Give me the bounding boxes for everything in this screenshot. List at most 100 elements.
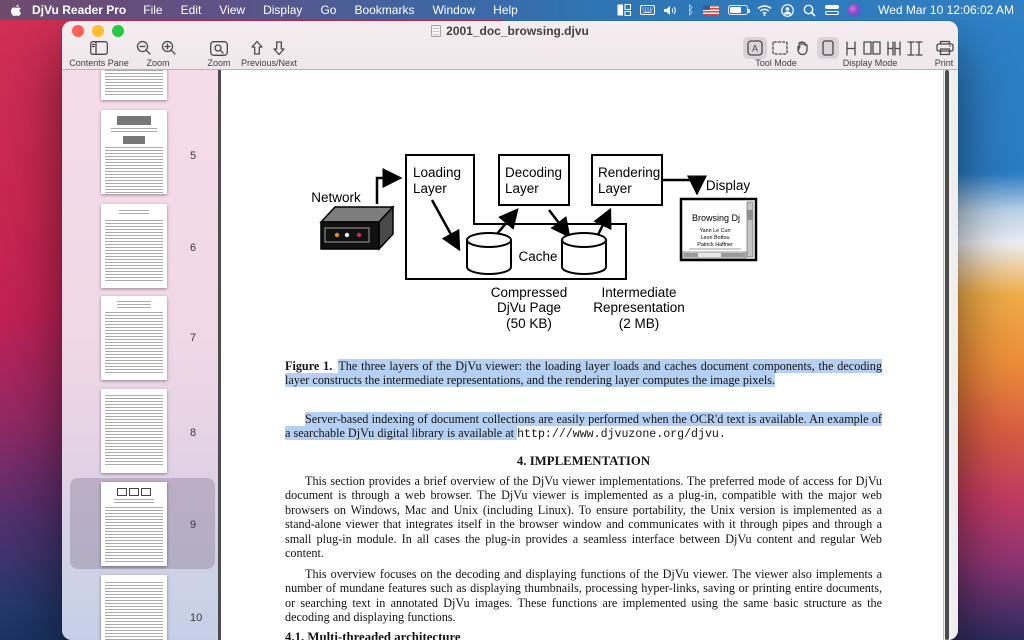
zoom-out-button[interactable] <box>134 37 154 59</box>
window-tiling-icon[interactable] <box>617 3 631 17</box>
menu-view[interactable]: View <box>210 3 254 17</box>
thumbnail-page-9-selected[interactable] <box>101 482 167 566</box>
account-icon[interactable] <box>781 3 794 17</box>
svg-text:A: A <box>752 44 758 54</box>
display-mode-label: Display Mode <box>843 58 898 68</box>
page-number-10: 10 <box>190 612 214 624</box>
svg-text:Display: Display <box>706 178 751 193</box>
svg-text:Network: Network <box>311 190 361 205</box>
menu-go[interactable]: Go <box>311 3 345 17</box>
bluetooth-icon[interactable]: ᛒ <box>687 3 694 17</box>
svg-text:Browsing Dj: Browsing Dj <box>692 213 740 223</box>
thumbnail-page-6[interactable] <box>101 204 167 288</box>
page-number-5: 5 <box>190 150 214 162</box>
vertical-scrollbar-thumb[interactable] <box>945 70 949 640</box>
network-device-icon <box>321 207 393 249</box>
menu-display[interactable]: Display <box>254 3 311 17</box>
body-paragraph-1[interactable]: This section provides a brief overview o… <box>285 474 882 560</box>
siri-icon[interactable] <box>848 4 861 17</box>
tool-mode-label: Tool Mode <box>755 58 797 68</box>
figure-1-diagram: Network <box>291 144 773 336</box>
input-source-flag-icon[interactable] <box>703 5 719 15</box>
hand-tool-button[interactable] <box>791 37 813 59</box>
menu-clock[interactable]: Wed Mar 10 12:06:02 AM <box>878 3 1014 17</box>
thumbnail-page-10[interactable] <box>101 575 167 640</box>
figure-caption-label: Figure 1. <box>285 359 332 373</box>
continuous-mode-button[interactable] <box>842 37 860 59</box>
selected-paragraph[interactable]: Server-based indexing of document collec… <box>285 412 882 443</box>
menu-window[interactable]: Window <box>423 3 484 17</box>
menu-app-name[interactable]: DjVu Reader Pro <box>32 3 126 17</box>
menu-edit[interactable]: Edit <box>172 3 211 17</box>
page-number-8: 8 <box>190 427 214 439</box>
side-by-side-mode-button[interactable] <box>905 37 925 59</box>
svg-text:Representation: Representation <box>593 300 685 315</box>
svg-text:(50 KB): (50 KB) <box>506 316 552 331</box>
svg-text:Layer: Layer <box>413 181 447 196</box>
control-center-icon[interactable] <box>825 3 839 17</box>
zoom-in-button[interactable] <box>159 37 179 59</box>
thumbnail-page-5[interactable] <box>101 110 167 194</box>
subsection-heading-partial[interactable]: 4.1. Multi-threaded architecture <box>285 630 461 640</box>
djvuzone-url[interactable]: http:///www.djvuzone.org/djvu. <box>517 428 726 441</box>
print-button[interactable] <box>934 37 956 59</box>
svg-text:Cache: Cache <box>518 249 557 264</box>
print-label: Print <box>935 58 954 68</box>
figure-caption[interactable]: Figure 1.The three layers of the DjVu vi… <box>285 359 882 388</box>
svg-text:Loading: Loading <box>413 165 461 180</box>
browser-window-mockup: Browsing Dj Yann Le Cun Leon Bottou Patr… <box>681 199 756 260</box>
cache-cylinder-1 <box>467 233 511 274</box>
page-number-6: 6 <box>190 242 214 254</box>
window-title: 2001_doc_browsing.djvu <box>446 24 589 38</box>
contents-pane-button[interactable] <box>88 37 110 59</box>
menu-bar: DjVu Reader Pro File Edit View Display G… <box>0 0 1024 20</box>
menu-help[interactable]: Help <box>484 3 527 17</box>
facing-pages-mode-button[interactable] <box>861 37 883 59</box>
figure-caption-highlighted-text: The three layers of the DjVu viewer: the… <box>285 359 882 387</box>
svg-text:Layer: Layer <box>505 181 539 196</box>
thumbnails-sidebar: 5 6 7 8 <box>62 70 218 640</box>
app-window: 2001_doc_browsing.djvu Contents Pane Zoo… <box>62 21 958 640</box>
wifi-icon[interactable] <box>757 3 772 17</box>
menu-file[interactable]: File <box>134 3 171 17</box>
thumbnail-page-8[interactable] <box>101 389 167 473</box>
keyboard-icon[interactable] <box>640 3 655 17</box>
svg-text:Compressed: Compressed <box>491 285 568 300</box>
volume-icon[interactable] <box>664 3 678 17</box>
svg-text:DjVu Page: DjVu Page <box>497 300 561 315</box>
svg-text:Patrick Haffner: Patrick Haffner <box>697 242 733 248</box>
text-select-tool-button[interactable]: A <box>743 37 767 59</box>
apple-menu-icon[interactable] <box>10 4 22 17</box>
svg-text:Leon Bottou: Leon Bottou <box>700 235 729 241</box>
next-page-button[interactable] <box>270 37 288 59</box>
marquee-zoom-label: Zoom <box>207 58 230 68</box>
window-body: 5 6 7 8 <box>62 70 958 640</box>
cache-cylinder-2 <box>562 233 606 274</box>
mini-diagram <box>105 488 163 496</box>
vertical-scrollbar-track[interactable] <box>943 70 958 640</box>
prev-next-label: Previous/Next <box>241 58 297 68</box>
spotlight-search-icon[interactable] <box>803 3 816 17</box>
desktop: DjVu Reader Pro File Edit View Display G… <box>0 0 1024 640</box>
battery-icon[interactable] <box>728 5 748 15</box>
facing-continuous-mode-button[interactable] <box>884 37 904 59</box>
svg-text:Rendering: Rendering <box>598 165 660 180</box>
thumbnail-page-4-partial[interactable] <box>101 70 167 100</box>
svg-text:(2 MB): (2 MB) <box>619 316 660 331</box>
marquee-zoom-button[interactable] <box>208 37 230 59</box>
single-page-mode-button[interactable] <box>817 37 839 59</box>
svg-text:Decoding: Decoding <box>505 165 562 180</box>
page-number-9: 9 <box>190 519 214 531</box>
marquee-select-tool-button[interactable] <box>769 37 791 59</box>
document-page: Network <box>221 70 943 640</box>
zoom-group-label: Zoom <box>146 58 169 68</box>
body-paragraph-2[interactable]: This overview focuses on the decoding an… <box>285 567 882 625</box>
section-heading[interactable]: 4. IMPLEMENTATION <box>285 454 882 469</box>
svg-text:Layer: Layer <box>598 181 632 196</box>
svg-text:Intermediate: Intermediate <box>601 285 676 300</box>
menu-bookmarks[interactable]: Bookmarks <box>345 3 423 17</box>
previous-page-button[interactable] <box>248 37 266 59</box>
thumbnail-page-7[interactable] <box>101 296 167 380</box>
window-chrome: 2001_doc_browsing.djvu Contents Pane Zoo… <box>62 21 958 70</box>
contents-pane-label: Contents Pane <box>69 58 129 68</box>
